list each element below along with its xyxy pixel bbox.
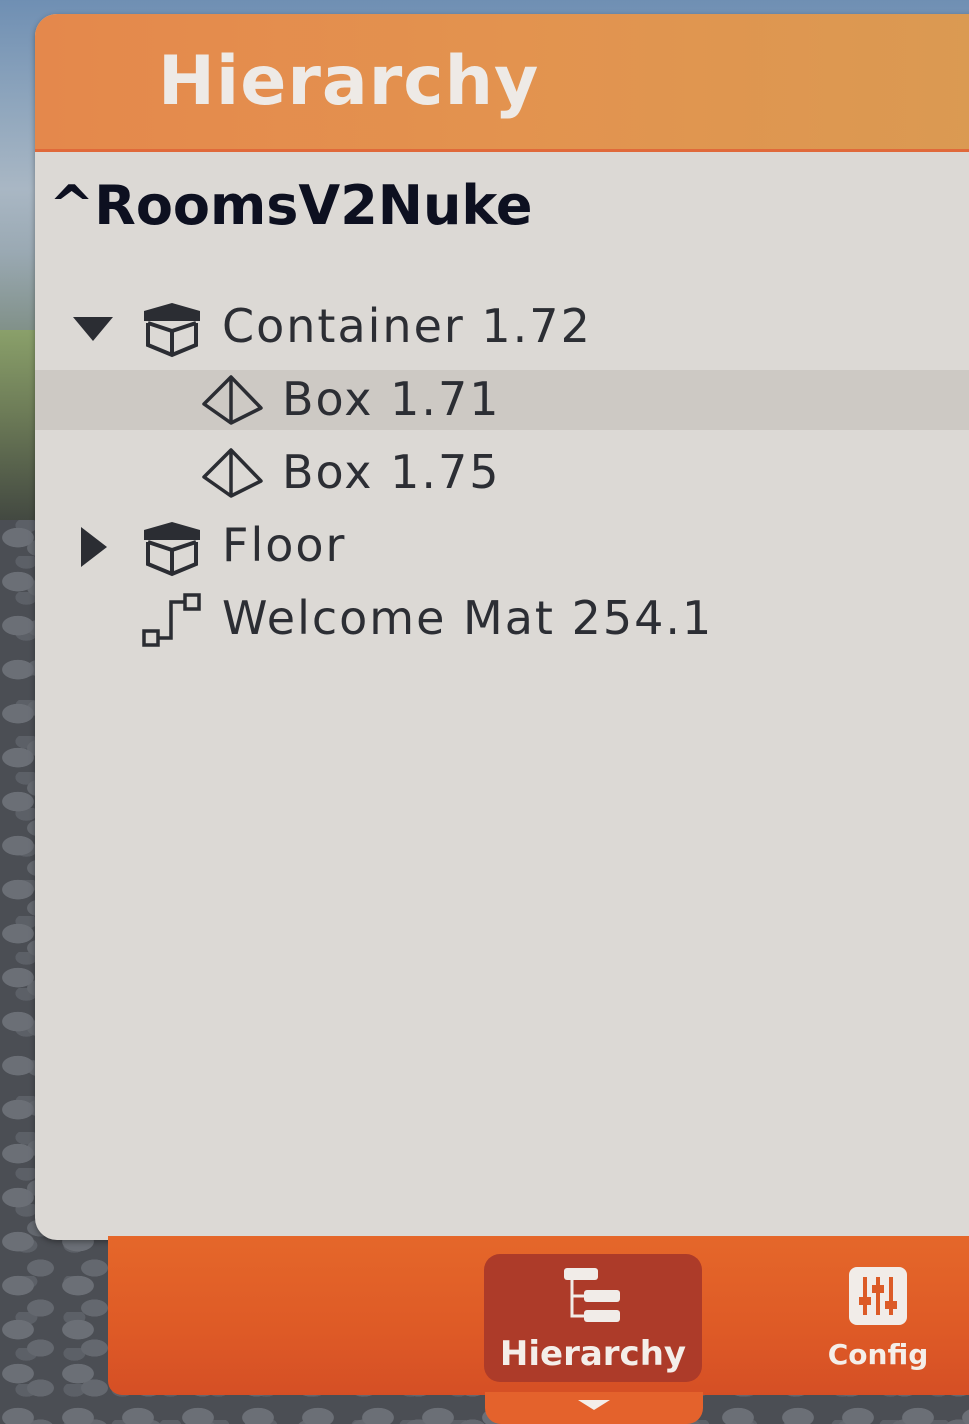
- pyramid-shape-icon: [202, 448, 263, 498]
- tree-item-label: Box 1.75: [282, 445, 501, 499]
- tree-item-container[interactable]: Container 1.72: [35, 297, 969, 358]
- tree-item-label: Welcome Mat 254.1: [222, 591, 714, 645]
- sliders-icon: [849, 1267, 907, 1325]
- tree-item-label: Box 1.71: [282, 372, 501, 426]
- world-name[interactable]: ^RoomsV2Nuke: [49, 174, 533, 237]
- chevron-down-icon[interactable]: [71, 315, 115, 343]
- hierarchy-icon: [564, 1268, 620, 1322]
- tab-config[interactable]: Config: [788, 1254, 968, 1382]
- chevron-down-icon: [578, 1400, 610, 1410]
- tab-label: Config: [827, 1338, 929, 1371]
- tree-item-box-175[interactable]: Box 1.75: [35, 443, 969, 503]
- tab-label: Hierarchy: [499, 1334, 687, 1374]
- pyramid-shape-icon: [202, 375, 263, 425]
- tab-hierarchy[interactable]: Hierarchy: [484, 1254, 702, 1382]
- toolbar-collapse-handle[interactable]: [485, 1392, 703, 1424]
- panel-title: Hierarchy: [158, 42, 540, 121]
- container-box-icon: [144, 303, 200, 358]
- tree-item-floor[interactable]: Floor: [35, 516, 969, 577]
- tree-item-box-171[interactable]: Box 1.71: [35, 370, 969, 430]
- hierarchy-panel: Hierarchy ^RoomsV2Nuke Container 1.72 Bo…: [35, 14, 969, 1240]
- chevron-right-icon[interactable]: [79, 525, 109, 569]
- tree-item-label: Container 1.72: [222, 299, 592, 353]
- panel-header[interactable]: Hierarchy: [35, 14, 969, 152]
- bottom-toolbar: Hierarchy Config: [108, 1236, 969, 1395]
- tree-item-welcome-mat[interactable]: Welcome Mat 254.1: [35, 589, 969, 649]
- container-box-icon: [144, 522, 200, 577]
- tree-item-label: Floor: [222, 518, 347, 572]
- path-nodes-icon: [142, 593, 201, 647]
